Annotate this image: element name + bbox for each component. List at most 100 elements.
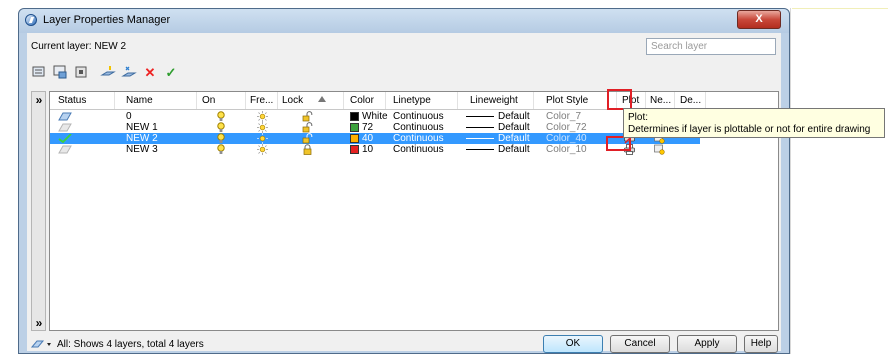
background-divider — [790, 8, 791, 354]
lightbulb-on-icon[interactable] — [217, 133, 225, 144]
current-layer-checkmark-icon — [58, 134, 72, 143]
new-layer-icon[interactable] — [99, 64, 117, 82]
lineweight-line — [466, 138, 494, 139]
lineweight[interactable]: Default — [498, 144, 530, 155]
color-name[interactable]: 72 — [362, 122, 373, 133]
layer-states-manager-icon[interactable] — [72, 64, 90, 82]
expand-filter-tree-icon[interactable]: » — [33, 94, 45, 106]
column-divider — [457, 92, 458, 109]
plot-cell-highlight — [606, 136, 631, 151]
column-header-description[interactable]: De... — [680, 95, 701, 106]
plot-tooltip: Plot: Determines if layer is plottable o… — [623, 108, 885, 138]
column-header-linetype[interactable]: Linetype — [393, 95, 431, 106]
plot-style: Color_10 — [546, 144, 587, 155]
sun-thawed-icon[interactable] — [257, 133, 268, 144]
layer-not-in-use-icon — [58, 123, 72, 132]
lineweight[interactable]: Default — [498, 111, 530, 122]
dialog-client-area: Current layer: NEW 2 Search layer ✕ ✓ » — [27, 33, 781, 353]
tooltip-title: Plot: — [628, 112, 649, 123]
color-swatch[interactable] — [350, 134, 359, 143]
lineweight[interactable]: Default — [498, 122, 530, 133]
lineweight-line — [466, 116, 494, 117]
linetype[interactable]: Continuous — [393, 133, 444, 144]
cancel-button[interactable]: Cancel — [610, 335, 670, 353]
layer-count-status: All: Shows 4 layers, total 4 layers — [57, 339, 204, 350]
lightbulb-on-icon[interactable] — [217, 144, 225, 155]
column-divider — [645, 92, 646, 109]
plot-column-highlight — [607, 89, 632, 110]
unlocked-padlock-icon[interactable] — [302, 111, 313, 122]
column-divider — [533, 92, 534, 109]
column-divider — [277, 92, 278, 109]
lightbulb-on-icon[interactable] — [217, 111, 225, 122]
new-vp-freeze-icon[interactable] — [654, 144, 665, 155]
expand-filter-tree-bottom-icon[interactable]: » — [33, 317, 45, 329]
unlocked-padlock-icon[interactable] — [302, 122, 313, 133]
column-header-color[interactable]: Color — [350, 95, 374, 106]
layer-name[interactable]: NEW 2 — [126, 133, 158, 144]
column-divider — [245, 92, 246, 109]
lineweight-line — [466, 127, 494, 128]
color-name[interactable]: 10 — [362, 144, 373, 155]
column-header-status[interactable]: Status — [58, 95, 86, 106]
color-swatch[interactable] — [350, 112, 359, 121]
apply-button[interactable]: Apply — [677, 335, 737, 353]
delete-layer-icon[interactable]: ✕ — [141, 64, 159, 82]
lightbulb-on-icon[interactable] — [217, 122, 225, 133]
search-layer-input[interactable]: Search layer — [646, 38, 776, 55]
background-line — [792, 8, 888, 9]
color-name[interactable]: 40 — [362, 133, 373, 144]
title-bar[interactable]: Layer Properties Manager X — [19, 9, 789, 33]
layer-name[interactable]: 0 — [126, 111, 132, 122]
column-header-name[interactable]: Name — [126, 95, 153, 106]
column-divider — [674, 92, 675, 109]
lineweight-line — [466, 149, 494, 150]
column-header-plot-style[interactable]: Plot Style — [546, 95, 588, 106]
filter-tree-collapsed-pane: » » — [31, 91, 46, 331]
column-divider — [343, 92, 344, 109]
new-group-filter-icon[interactable] — [51, 64, 69, 82]
layer-row[interactable]: NEW 3 10 Continuous Default Color_10 — [50, 144, 700, 155]
linetype[interactable]: Continuous — [393, 111, 444, 122]
sort-ascending-icon — [318, 96, 326, 102]
column-header-lock[interactable]: Lock — [282, 95, 303, 106]
new-property-filter-icon[interactable] — [30, 64, 48, 82]
current-layer-label: Current layer: NEW 2 — [31, 41, 127, 52]
plot-style: Color_72 — [546, 122, 587, 133]
layer-row[interactable]: NEW 1 72 Continuous Default Color_72 — [50, 122, 700, 133]
filter-options-icon[interactable] — [31, 337, 53, 351]
autocad-app-icon[interactable] — [25, 14, 37, 26]
layer-name[interactable]: NEW 3 — [126, 144, 158, 155]
ok-button[interactable]: OK — [543, 335, 603, 353]
column-header-new-vp-freeze[interactable]: Ne... — [650, 95, 671, 106]
color-swatch[interactable] — [350, 123, 359, 132]
lineweight[interactable]: Default — [498, 133, 530, 144]
layer-properties-window: Layer Properties Manager X Current layer… — [18, 8, 790, 354]
column-header-freeze[interactable]: Fre... — [250, 95, 273, 106]
locked-padlock-icon[interactable] — [302, 144, 313, 155]
close-button[interactable]: X — [737, 10, 781, 29]
plot-style: Color_40 — [546, 133, 587, 144]
linetype[interactable]: Continuous — [393, 144, 444, 155]
unlocked-padlock-icon[interactable] — [302, 133, 313, 144]
layer-row[interactable]: 0 White Continuous Default Color_7 — [50, 111, 700, 122]
color-name[interactable]: White — [362, 111, 388, 122]
window-title: Layer Properties Manager — [43, 14, 171, 26]
layer-row-selected[interactable]: NEW 2 40 Continuous Default Color_40 — [50, 133, 700, 144]
set-current-icon[interactable]: ✓ — [162, 64, 180, 82]
layer-in-use-icon — [58, 112, 72, 121]
plot-style: Color_7 — [546, 111, 582, 122]
column-divider — [705, 92, 706, 109]
column-header-lineweight[interactable]: Lineweight — [470, 95, 518, 106]
tooltip-text: Determines if layer is plottable or not … — [628, 124, 871, 135]
color-swatch[interactable] — [350, 145, 359, 154]
sun-thawed-icon[interactable] — [257, 111, 268, 122]
sun-thawed-icon[interactable] — [257, 122, 268, 133]
layer-name[interactable]: NEW 1 — [126, 122, 158, 133]
column-divider — [114, 92, 115, 109]
linetype[interactable]: Continuous — [393, 122, 444, 133]
column-header-on[interactable]: On — [202, 95, 215, 106]
sun-thawed-icon[interactable] — [257, 144, 268, 155]
help-button[interactable]: Help — [744, 335, 778, 353]
new-layer-vp-frozen-icon[interactable] — [120, 64, 138, 82]
